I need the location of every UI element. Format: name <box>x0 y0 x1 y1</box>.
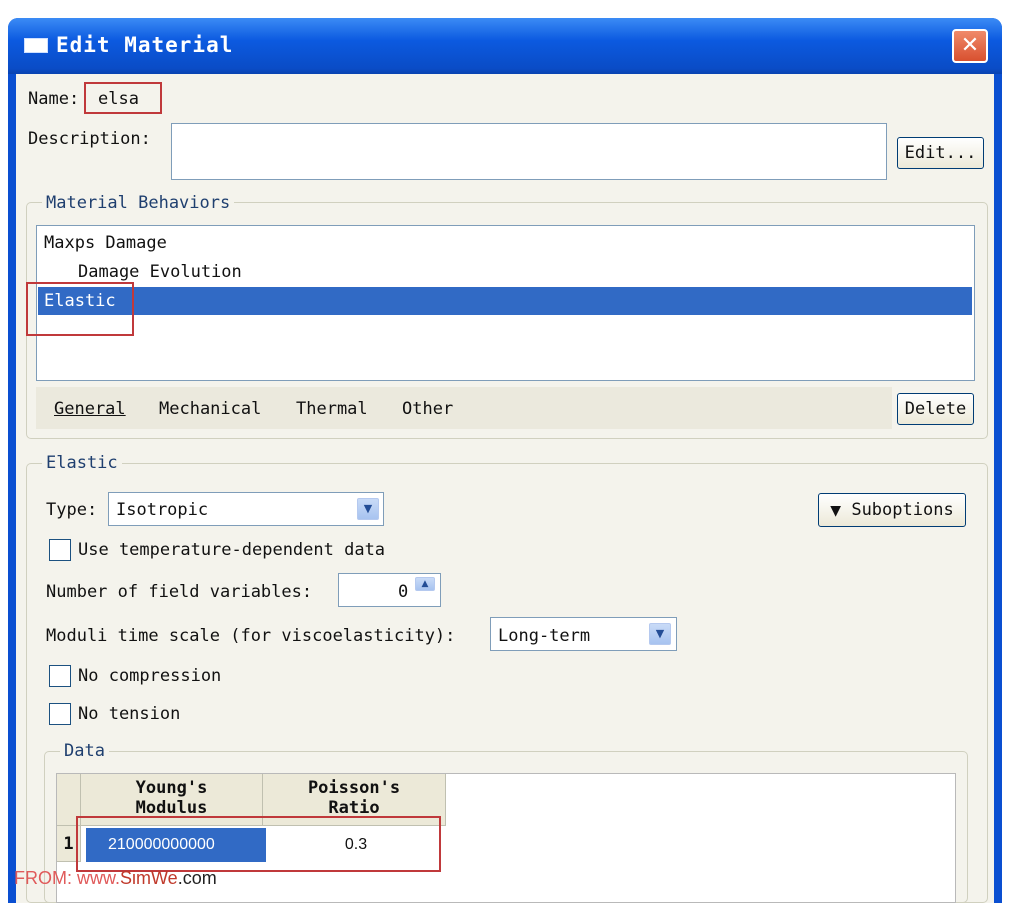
no-tension-checkbox[interactable] <box>49 703 71 725</box>
triangle-down-icon: ▼ <box>830 503 842 519</box>
close-icon: ✕ <box>960 33 980 58</box>
type-value: Isotropic <box>116 500 209 520</box>
watermark-prefix: FROM: www. <box>14 868 120 888</box>
menu-other[interactable]: Other <box>402 399 453 419</box>
header-poissons-line2: Ratio <box>328 798 380 818</box>
window-icon <box>24 38 48 53</box>
menu-thermal[interactable]: Thermal <box>296 399 368 419</box>
no-tension-label: No tension <box>78 704 181 724</box>
field-variables-label: Number of field variables: <box>46 582 313 602</box>
header-youngs-line2: Modulus <box>135 798 208 818</box>
spinner-up-icon[interactable]: ▲ <box>415 577 435 591</box>
use-temperature-label: Use temperature-dependent data <box>78 540 386 560</box>
watermark: FROM: www.SimWe.com <box>14 868 217 889</box>
name-label: Name: <box>28 89 80 109</box>
description-label: Description: <box>28 129 151 149</box>
suboptions-label: Suboptions <box>851 500 954 520</box>
material-behaviors-title: Material Behaviors <box>42 193 235 213</box>
delete-button[interactable]: Delete <box>897 393 974 425</box>
edit-button[interactable]: Edit... <box>897 137 984 169</box>
use-temperature-checkbox[interactable] <box>49 539 71 561</box>
chevron-down-icon[interactable]: ▼ <box>649 623 671 645</box>
menu-general[interactable]: General <box>54 399 126 419</box>
chevron-down-icon[interactable]: ▼ <box>357 498 379 520</box>
type-label: Type: <box>46 500 98 520</box>
description-field[interactable] <box>171 123 887 180</box>
watermark-suffix: .com <box>177 868 217 888</box>
elastic-highlight-box <box>26 282 134 336</box>
window-title: Edit Material <box>56 33 234 57</box>
data-title: Data <box>60 741 109 761</box>
name-input[interactable]: elsa <box>98 89 139 109</box>
moduli-value: Long-term <box>498 626 591 646</box>
header-poissons-line1: Poisson's <box>307 778 401 798</box>
suboptions-button[interactable]: ▼ Suboptions <box>818 493 966 527</box>
data-row-highlight-box <box>76 816 441 872</box>
selected-row-highlight <box>38 287 972 315</box>
header-youngs-line1: Young's <box>135 778 208 798</box>
no-compression-checkbox[interactable] <box>49 665 71 687</box>
no-compression-label: No compression <box>78 666 222 686</box>
menu-mechanical[interactable]: Mechanical <box>159 399 261 419</box>
watermark-brand: SimWe <box>120 868 178 888</box>
moduli-label: Moduli time scale (for viscoelasticity): <box>46 626 456 646</box>
close-button[interactable]: ✕ <box>952 29 988 63</box>
behavior-item-maxps-damage[interactable]: Maxps Damage <box>44 229 167 257</box>
elastic-title: Elastic <box>42 453 122 473</box>
field-variables-value: 0 <box>398 582 409 602</box>
